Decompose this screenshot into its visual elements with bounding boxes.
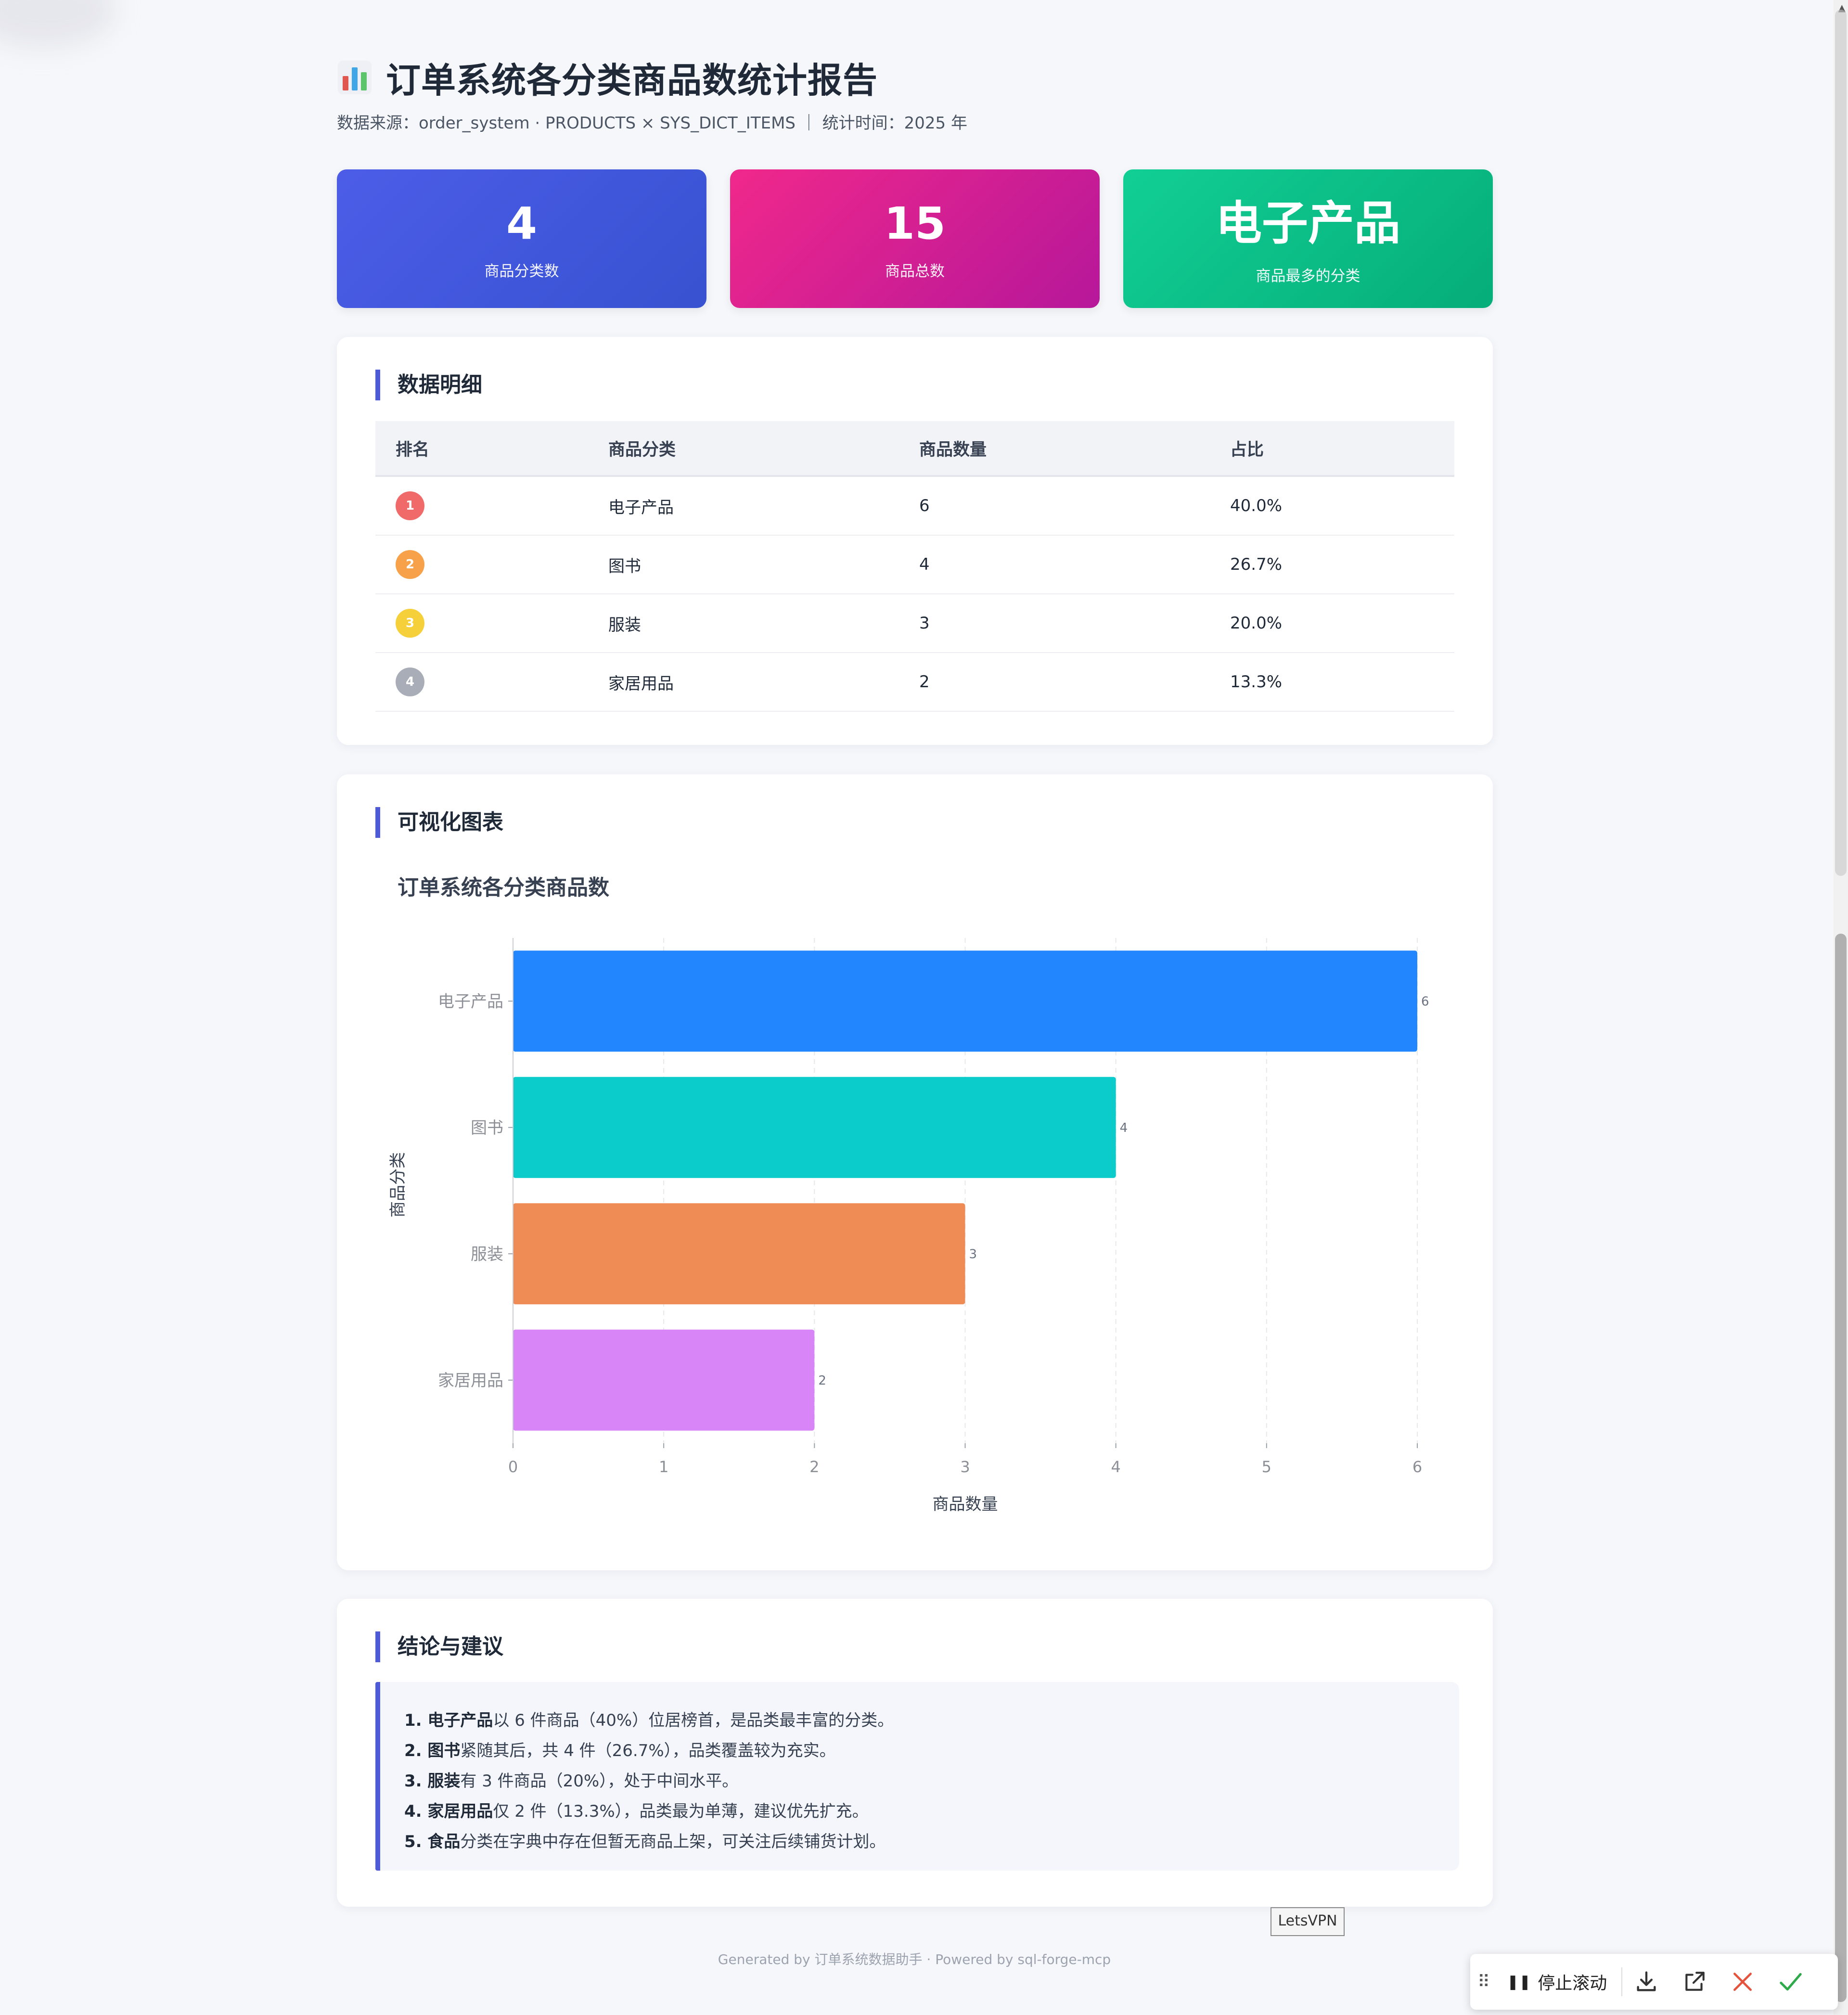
drag-grip-icon[interactable]: ⠿	[1470, 1972, 1497, 1992]
check-icon	[1780, 1973, 1802, 1991]
download-button[interactable]	[1622, 1963, 1670, 2001]
count-cell: 6	[899, 476, 1210, 536]
kpi-card-category-count: 4 商品分类数	[337, 169, 706, 308]
data-label: 4	[1120, 1121, 1128, 1135]
category-cell: 电子产品	[588, 476, 899, 536]
kpi-card-product-total: 15 商品总数	[730, 169, 1100, 308]
scrollbar-thumb-secondary	[1835, 10, 1847, 876]
page-title: 订单系统各分类商品数统计报告	[386, 60, 878, 101]
category-cell: 服装	[588, 594, 899, 653]
conclusion-card: 结论与建议 1. 电子产品以 6 件商品（40%）位居榜首，是品类最丰富的分类。…	[337, 1599, 1493, 1907]
pause-icon: ❚❚	[1507, 1973, 1531, 1990]
open-external-icon	[1685, 1972, 1705, 1991]
y-tick-label: 电子产品	[438, 992, 503, 1011]
count-cell: 4	[899, 535, 1210, 594]
y-tick-label: 图书	[471, 1118, 503, 1138]
conclusion-item: 4. 家居用品仅 2 件（13.3%），品类最为单薄，建议优先扩充。	[404, 1802, 869, 1821]
count-cell: 3	[899, 594, 1210, 653]
data-label: 6	[1421, 994, 1429, 1009]
vpn-tooltip: LetsVPN	[1270, 1907, 1345, 1936]
conclusion-item: 3. 服装有 3 件商品（20%），处于中间水平。	[404, 1771, 739, 1791]
data-label: 3	[969, 1247, 977, 1261]
y-tick-label: 服装	[471, 1245, 503, 1264]
data-detail-card: 数据明细 排名 商品分类 商品数量 占比 1 电子产品 6 40.0% 2 图书…	[337, 337, 1493, 745]
count-cell: 2	[899, 653, 1210, 712]
report-header: 订单系统各分类商品数统计报告	[337, 52, 878, 103]
share-cell: 26.7%	[1210, 535, 1454, 594]
kpi-value: 15	[884, 198, 946, 249]
kpi-label: 商品总数	[885, 263, 945, 280]
confirm-button[interactable]	[1767, 1963, 1815, 2001]
x-tick-label: 6	[1412, 1458, 1422, 1476]
conclusion-item: 5. 食品分类在字典中存在但暂无商品上架，可关注后续铺货计划。	[404, 1832, 886, 1851]
rank-badge: 4	[396, 667, 424, 696]
rank-badge: 2	[396, 550, 424, 579]
rank-badge: 3	[396, 609, 424, 638]
y-tick-label: 家居用品	[438, 1371, 503, 1390]
section-heading: 数据明细	[375, 370, 482, 400]
x-tick-label: 3	[960, 1458, 970, 1476]
column-header: 占比	[1210, 421, 1454, 477]
share-cell: 40.0%	[1210, 476, 1454, 536]
scroll-capture-toolbar: ⠿ ❚❚ 停止滚动	[1470, 1954, 1838, 2010]
table-header-row: 排名 商品分类 商品数量 占比	[375, 421, 1454, 477]
table-row: 4 家居用品 2 13.3%	[375, 653, 1454, 712]
stop-scroll-button[interactable]: ❚❚ 停止滚动	[1497, 1967, 1623, 1996]
corner-shadow	[0, 0, 116, 48]
table-row: 3 服装 3 20.0%	[375, 594, 1454, 653]
bar	[513, 1329, 815, 1431]
x-tick-label: 1	[659, 1458, 668, 1476]
detail-table: 排名 商品分类 商品数量 占比 1 电子产品 6 40.0% 2 图书 4 2 6	[375, 421, 1454, 712]
section-heading: 结论与建议	[375, 1631, 503, 1662]
x-tick-label: 2	[809, 1458, 819, 1476]
table-row: 2 图书 4 26.7%	[375, 535, 1454, 594]
conclusion-item: 1. 电子产品以 6 件商品（40%）位居榜首，是品类最丰富的分类。	[404, 1711, 894, 1730]
bar-chart-icon	[338, 60, 372, 94]
conclusion-item: 2. 图书紧随其后，共 4 件（26.7%），品类覆盖较为充实。	[404, 1741, 836, 1760]
open-external-button[interactable]	[1670, 1963, 1719, 2001]
bar	[513, 1077, 1116, 1178]
kpi-label: 商品分类数	[484, 263, 559, 280]
download-icon	[1637, 1971, 1656, 1991]
x-tick-label: 5	[1262, 1458, 1271, 1476]
x-axis-label: 商品数量	[933, 1495, 998, 1514]
chart-card: 可视化图表 订单系统各分类商品数 6 电子产品 4 图书 3 服装 2 家居用品 0 1 2 3 4 5 6 商…	[337, 774, 1493, 1570]
x-tick-label: 4	[1111, 1458, 1120, 1476]
report-subtitle: 数据来源：order_system · PRODUCTS × SYS_DICT_…	[337, 114, 967, 133]
column-header: 商品数量	[899, 421, 1210, 477]
kpi-label: 商品最多的分类	[1256, 268, 1360, 285]
bar-chart: 订单系统各分类商品数 6 电子产品 4 图书 3 服装 2 家居用品 0 1 2 3 4 5 6 商品数量 商品分…	[388, 875, 1429, 1514]
category-cell: 家居用品	[588, 653, 899, 712]
bar	[513, 950, 1417, 1052]
category-cell: 图书	[588, 535, 899, 594]
rank-badge: 1	[396, 491, 424, 520]
conclusion-list: 1. 电子产品以 6 件商品（40%）位居榜首，是品类最丰富的分类。 2. 图书…	[375, 1682, 1459, 1871]
share-cell: 13.3%	[1210, 653, 1454, 712]
stop-scroll-label: 停止滚动	[1538, 1974, 1607, 1993]
close-icon	[1733, 1973, 1752, 1991]
x-tick-label: 0	[508, 1458, 518, 1476]
kpi-card-top-category: 电子产品 商品最多的分类	[1123, 169, 1493, 308]
column-header: 排名	[375, 421, 588, 477]
chart-title: 订单系统各分类商品数	[398, 875, 609, 900]
kpi-value: 4	[506, 198, 537, 249]
scrollbar-thumb[interactable]	[1835, 934, 1847, 2002]
share-cell: 20.0%	[1210, 594, 1454, 653]
table-row: 1 电子产品 6 40.0%	[375, 476, 1454, 536]
bar	[513, 1203, 965, 1305]
data-label: 2	[818, 1373, 826, 1388]
y-axis-label: 商品分类	[388, 1152, 408, 1218]
scrollbar[interactable]: ▲	[1834, 0, 1848, 2015]
page: 订单系统各分类商品数统计报告 数据来源：order_system · PRODU…	[0, 0, 1848, 2015]
kpi-value: 电子产品	[1216, 196, 1400, 250]
cancel-button[interactable]	[1719, 1963, 1767, 2001]
column-header: 商品分类	[588, 421, 899, 477]
